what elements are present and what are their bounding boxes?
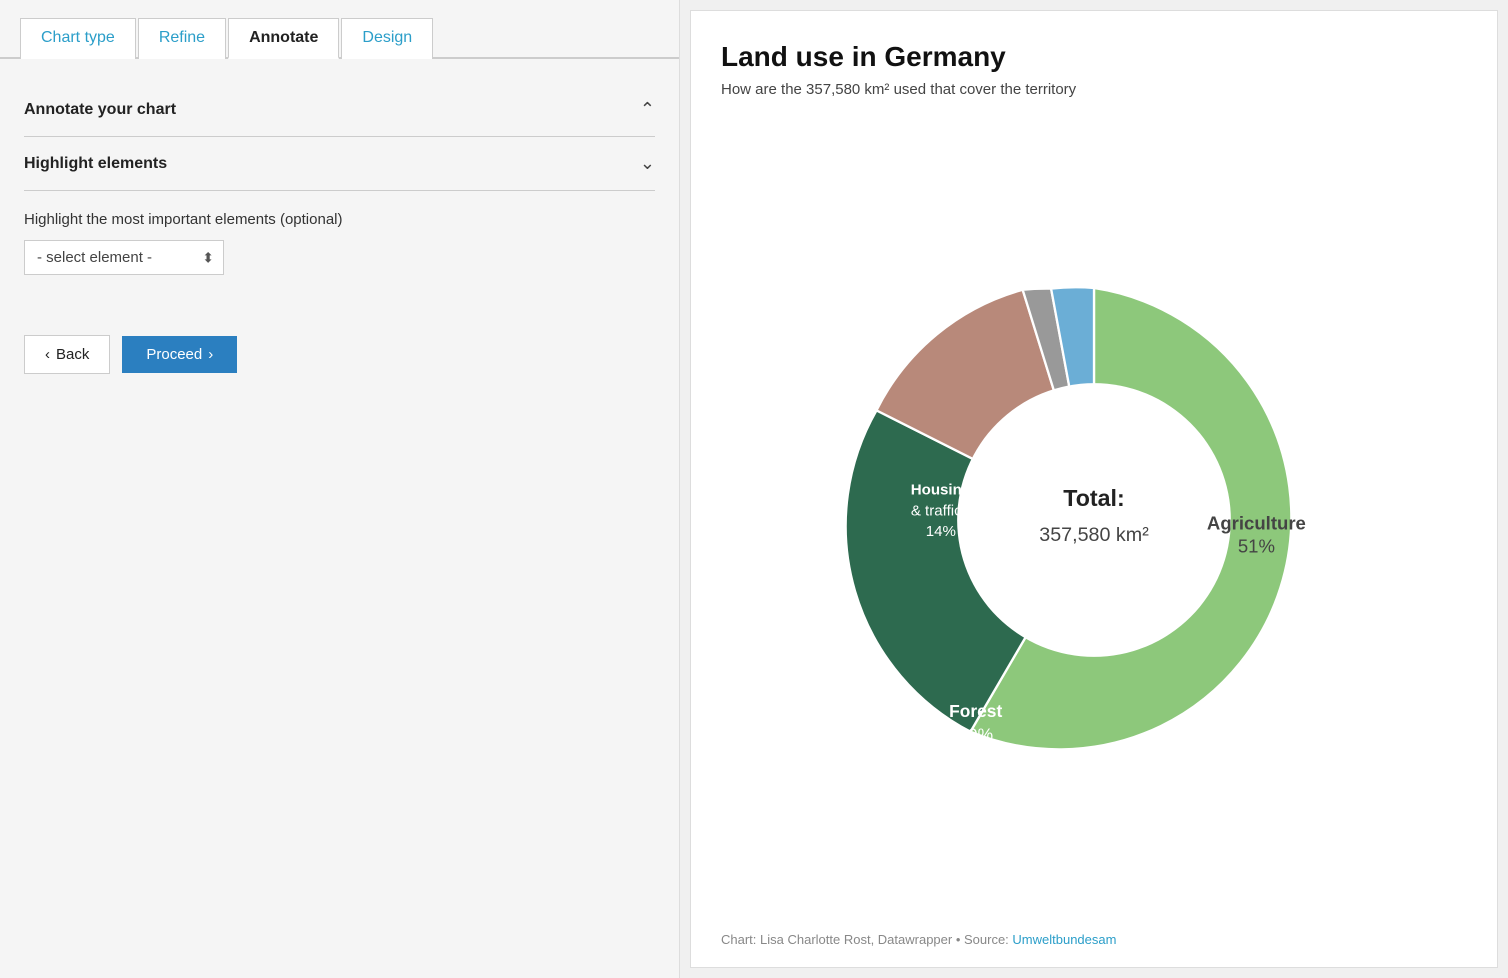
panel-content: Annotate your chart ⌃ Highlight elements… (0, 59, 679, 978)
chart-footer: Chart: Lisa Charlotte Rost, Datawrapper … (721, 932, 1467, 947)
label-housing: Housing (911, 481, 971, 498)
annotate-section-title: Annotate your chart (24, 101, 176, 119)
proceed-arrow-icon: › (208, 346, 213, 363)
label-forest: Forest (949, 701, 1002, 721)
left-panel: Chart type Refine Annotate Design Annota… (0, 0, 680, 978)
chart-preview-panel: Land use in Germany How are the 357,580 … (690, 10, 1498, 968)
donut-hole (957, 383, 1231, 657)
highlight-body: Highlight the most important elements (o… (24, 191, 655, 275)
label-agriculture: Agriculture (1207, 512, 1306, 533)
highlight-section-title: Highlight elements (24, 155, 167, 173)
donut-chart: Total: 357,580 km² Agriculture 51% Fores… (804, 230, 1384, 810)
tab-refine[interactable]: Refine (138, 18, 226, 59)
button-row: ‹ Back Proceed › (24, 335, 655, 374)
tab-annotate[interactable]: Annotate (228, 18, 339, 59)
label-housing-pct: 14% (926, 523, 956, 540)
highlight-chevron-icon: ⌄ (640, 153, 655, 174)
chart-subtitle: How are the 357,580 km² used that cover … (721, 81, 1467, 98)
tab-design[interactable]: Design (341, 18, 433, 59)
proceed-button[interactable]: Proceed › (122, 336, 237, 373)
element-select[interactable]: - select element - Agriculture 51% Fores… (24, 240, 224, 275)
chart-footer-link[interactable]: Umweltbundesam (1012, 932, 1116, 947)
tab-chart-type[interactable]: Chart type (20, 18, 136, 59)
element-select-wrapper: - select element - Agriculture 51% Fores… (24, 240, 224, 275)
chart-area: Total: 357,580 km² Agriculture 51% Fores… (721, 118, 1467, 922)
center-value: 357,580 km² (1039, 524, 1149, 546)
back-button-label: Back (56, 346, 89, 363)
tabs-bar: Chart type Refine Annotate Design (0, 0, 679, 59)
proceed-button-label: Proceed (146, 346, 202, 363)
highlight-section-header[interactable]: Highlight elements ⌄ (24, 137, 655, 191)
label-forest-pct: 30% (958, 724, 993, 744)
annotate-chevron-icon: ⌃ (640, 99, 655, 120)
chart-footer-text: Chart: Lisa Charlotte Rost, Datawrapper … (721, 932, 1012, 947)
chart-title: Land use in Germany (721, 41, 1467, 73)
center-label: Total: (1063, 485, 1124, 511)
back-arrow-icon: ‹ (45, 346, 50, 363)
highlight-description: Highlight the most important elements (o… (24, 211, 655, 228)
label-housing-2: & traffic (911, 502, 962, 519)
annotate-section-header[interactable]: Annotate your chart ⌃ (24, 83, 655, 137)
label-agriculture-pct: 51% (1238, 535, 1275, 556)
back-button[interactable]: ‹ Back (24, 335, 110, 374)
highlight-section: Highlight elements ⌄ Highlight the most … (24, 137, 655, 275)
